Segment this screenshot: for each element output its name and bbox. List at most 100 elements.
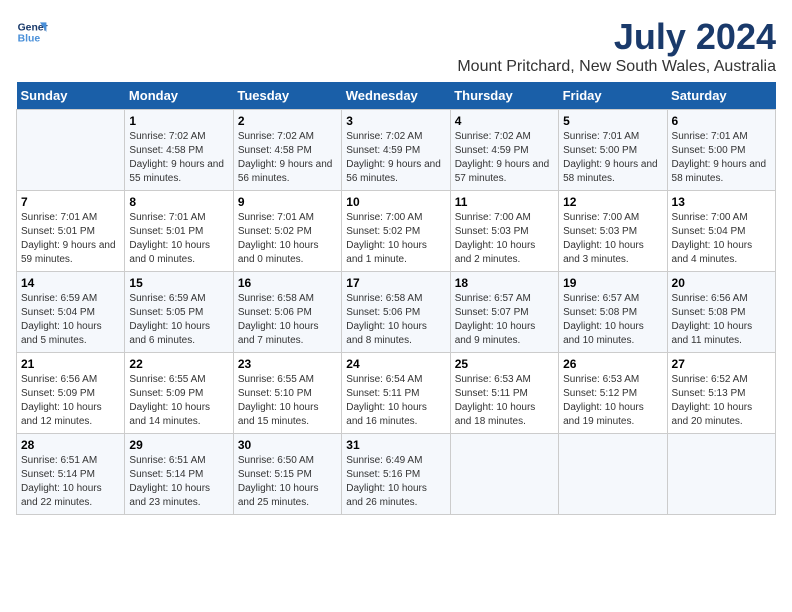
logo: General Blue [16, 16, 48, 48]
day-number: 4 [455, 114, 554, 128]
day-info: Sunrise: 6:58 AMSunset: 5:06 PMDaylight:… [346, 292, 445, 348]
col-header-monday: Monday [125, 82, 233, 110]
day-number: 16 [238, 276, 337, 290]
calendar-cell: 24 Sunrise: 6:54 AMSunset: 5:11 PMDaylig… [342, 353, 450, 434]
week-row-3: 14 Sunrise: 6:59 AMSunset: 5:04 PMDaylig… [17, 272, 776, 353]
calendar-cell: 10 Sunrise: 7:00 AMSunset: 5:02 PMDaylig… [342, 191, 450, 272]
day-info: Sunrise: 7:01 AMSunset: 5:02 PMDaylight:… [238, 211, 337, 267]
day-number: 25 [455, 357, 554, 371]
day-info: Sunrise: 7:02 AMSunset: 4:58 PMDaylight:… [238, 130, 337, 186]
day-info: Sunrise: 7:02 AMSunset: 4:59 PMDaylight:… [455, 130, 554, 186]
calendar-cell [667, 434, 775, 515]
day-info: Sunrise: 6:53 AMSunset: 5:11 PMDaylight:… [455, 373, 554, 429]
day-number: 2 [238, 114, 337, 128]
day-info: Sunrise: 6:50 AMSunset: 5:15 PMDaylight:… [238, 454, 337, 510]
title-area: July 2024 Mount Pritchard, New South Wal… [457, 16, 776, 76]
day-info: Sunrise: 7:00 AMSunset: 5:04 PMDaylight:… [672, 211, 771, 267]
day-number: 30 [238, 438, 337, 452]
calendar-cell: 22 Sunrise: 6:55 AMSunset: 5:09 PMDaylig… [125, 353, 233, 434]
day-info: Sunrise: 6:59 AMSunset: 5:04 PMDaylight:… [21, 292, 120, 348]
day-number: 29 [129, 438, 228, 452]
week-row-1: 1 Sunrise: 7:02 AMSunset: 4:58 PMDayligh… [17, 110, 776, 191]
header-row: SundayMondayTuesdayWednesdayThursdayFrid… [17, 82, 776, 110]
calendar-cell: 13 Sunrise: 7:00 AMSunset: 5:04 PMDaylig… [667, 191, 775, 272]
day-number: 6 [672, 114, 771, 128]
day-number: 14 [21, 276, 120, 290]
calendar-cell: 1 Sunrise: 7:02 AMSunset: 4:58 PMDayligh… [125, 110, 233, 191]
subtitle: Mount Pritchard, New South Wales, Austra… [457, 58, 776, 76]
day-info: Sunrise: 7:00 AMSunset: 5:02 PMDaylight:… [346, 211, 445, 267]
day-number: 22 [129, 357, 228, 371]
day-info: Sunrise: 7:00 AMSunset: 5:03 PMDaylight:… [455, 211, 554, 267]
calendar-cell: 9 Sunrise: 7:01 AMSunset: 5:02 PMDayligh… [233, 191, 341, 272]
day-number: 13 [672, 195, 771, 209]
calendar-table: SundayMondayTuesdayWednesdayThursdayFrid… [16, 82, 776, 515]
day-info: Sunrise: 6:56 AMSunset: 5:09 PMDaylight:… [21, 373, 120, 429]
col-header-tuesday: Tuesday [233, 82, 341, 110]
calendar-cell [17, 110, 125, 191]
calendar-cell: 19 Sunrise: 6:57 AMSunset: 5:08 PMDaylig… [559, 272, 667, 353]
day-number: 21 [21, 357, 120, 371]
day-info: Sunrise: 7:01 AMSunset: 5:00 PMDaylight:… [672, 130, 771, 186]
main-title: July 2024 [457, 16, 776, 58]
day-info: Sunrise: 6:55 AMSunset: 5:09 PMDaylight:… [129, 373, 228, 429]
calendar-cell: 28 Sunrise: 6:51 AMSunset: 5:14 PMDaylig… [17, 434, 125, 515]
svg-text:Blue: Blue [18, 34, 41, 45]
day-number: 23 [238, 357, 337, 371]
day-number: 26 [563, 357, 662, 371]
day-info: Sunrise: 6:51 AMSunset: 5:14 PMDaylight:… [129, 454, 228, 510]
day-number: 9 [238, 195, 337, 209]
calendar-cell: 5 Sunrise: 7:01 AMSunset: 5:00 PMDayligh… [559, 110, 667, 191]
calendar-cell: 30 Sunrise: 6:50 AMSunset: 5:15 PMDaylig… [233, 434, 341, 515]
day-info: Sunrise: 6:59 AMSunset: 5:05 PMDaylight:… [129, 292, 228, 348]
day-number: 5 [563, 114, 662, 128]
day-info: Sunrise: 6:53 AMSunset: 5:12 PMDaylight:… [563, 373, 662, 429]
day-number: 7 [21, 195, 120, 209]
week-row-5: 28 Sunrise: 6:51 AMSunset: 5:14 PMDaylig… [17, 434, 776, 515]
day-number: 3 [346, 114, 445, 128]
day-info: Sunrise: 6:58 AMSunset: 5:06 PMDaylight:… [238, 292, 337, 348]
calendar-cell: 4 Sunrise: 7:02 AMSunset: 4:59 PMDayligh… [450, 110, 558, 191]
header: General Blue July 2024 Mount Pritchard, … [16, 16, 776, 76]
calendar-cell: 6 Sunrise: 7:01 AMSunset: 5:00 PMDayligh… [667, 110, 775, 191]
calendar-cell: 27 Sunrise: 6:52 AMSunset: 5:13 PMDaylig… [667, 353, 775, 434]
calendar-cell: 12 Sunrise: 7:00 AMSunset: 5:03 PMDaylig… [559, 191, 667, 272]
calendar-cell: 3 Sunrise: 7:02 AMSunset: 4:59 PMDayligh… [342, 110, 450, 191]
day-info: Sunrise: 6:57 AMSunset: 5:07 PMDaylight:… [455, 292, 554, 348]
calendar-cell: 2 Sunrise: 7:02 AMSunset: 4:58 PMDayligh… [233, 110, 341, 191]
col-header-wednesday: Wednesday [342, 82, 450, 110]
col-header-friday: Friday [559, 82, 667, 110]
week-row-2: 7 Sunrise: 7:01 AMSunset: 5:01 PMDayligh… [17, 191, 776, 272]
calendar-cell [450, 434, 558, 515]
col-header-sunday: Sunday [17, 82, 125, 110]
calendar-cell: 25 Sunrise: 6:53 AMSunset: 5:11 PMDaylig… [450, 353, 558, 434]
day-number: 12 [563, 195, 662, 209]
day-info: Sunrise: 7:02 AMSunset: 4:59 PMDaylight:… [346, 130, 445, 186]
day-number: 28 [21, 438, 120, 452]
day-info: Sunrise: 7:01 AMSunset: 5:00 PMDaylight:… [563, 130, 662, 186]
calendar-cell: 11 Sunrise: 7:00 AMSunset: 5:03 PMDaylig… [450, 191, 558, 272]
day-info: Sunrise: 6:52 AMSunset: 5:13 PMDaylight:… [672, 373, 771, 429]
day-number: 10 [346, 195, 445, 209]
day-number: 11 [455, 195, 554, 209]
calendar-cell: 20 Sunrise: 6:56 AMSunset: 5:08 PMDaylig… [667, 272, 775, 353]
day-number: 24 [346, 357, 445, 371]
day-info: Sunrise: 7:00 AMSunset: 5:03 PMDaylight:… [563, 211, 662, 267]
calendar-cell: 8 Sunrise: 7:01 AMSunset: 5:01 PMDayligh… [125, 191, 233, 272]
calendar-cell: 17 Sunrise: 6:58 AMSunset: 5:06 PMDaylig… [342, 272, 450, 353]
calendar-cell: 18 Sunrise: 6:57 AMSunset: 5:07 PMDaylig… [450, 272, 558, 353]
calendar-cell [559, 434, 667, 515]
day-info: Sunrise: 7:01 AMSunset: 5:01 PMDaylight:… [21, 211, 120, 267]
logo-icon: General Blue [16, 16, 48, 48]
day-info: Sunrise: 6:49 AMSunset: 5:16 PMDaylight:… [346, 454, 445, 510]
day-info: Sunrise: 6:55 AMSunset: 5:10 PMDaylight:… [238, 373, 337, 429]
week-row-4: 21 Sunrise: 6:56 AMSunset: 5:09 PMDaylig… [17, 353, 776, 434]
day-info: Sunrise: 7:01 AMSunset: 5:01 PMDaylight:… [129, 211, 228, 267]
day-info: Sunrise: 6:56 AMSunset: 5:08 PMDaylight:… [672, 292, 771, 348]
col-header-saturday: Saturday [667, 82, 775, 110]
day-info: Sunrise: 6:54 AMSunset: 5:11 PMDaylight:… [346, 373, 445, 429]
calendar-cell: 23 Sunrise: 6:55 AMSunset: 5:10 PMDaylig… [233, 353, 341, 434]
calendar-cell: 21 Sunrise: 6:56 AMSunset: 5:09 PMDaylig… [17, 353, 125, 434]
col-header-thursday: Thursday [450, 82, 558, 110]
day-number: 18 [455, 276, 554, 290]
